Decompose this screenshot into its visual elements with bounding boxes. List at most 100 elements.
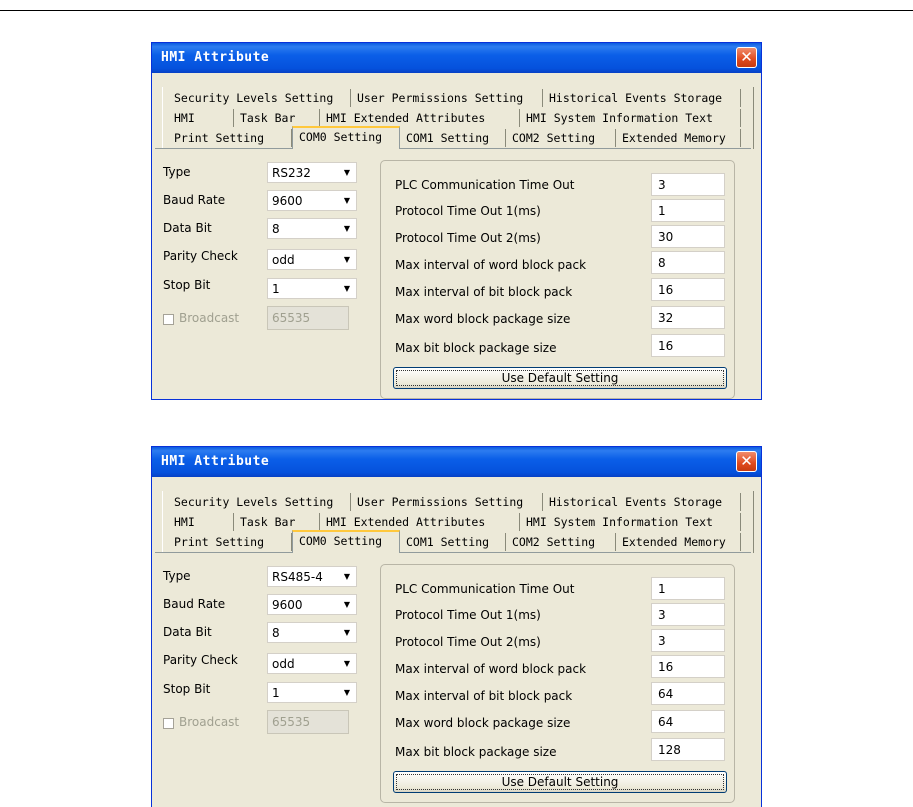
chevron-down-icon[interactable]: ▼ xyxy=(338,219,356,238)
tab-task-bar[interactable]: Task Bar xyxy=(234,109,320,127)
hmi-attribute-dialog-rs232: HMI Attribute ✕ Security Levels Setting … xyxy=(151,42,762,400)
baud-rate-value: 9600 xyxy=(272,194,303,208)
tab-com1-setting[interactable]: COM1 Setting xyxy=(400,533,506,551)
baud-rate-label: Baud Rate xyxy=(163,193,226,207)
chevron-down-icon[interactable]: ▼ xyxy=(338,654,356,673)
max-bit-block-interval-label: Max interval of bit block pack xyxy=(395,689,573,703)
baud-rate-value: 9600 xyxy=(272,598,303,612)
data-bit-value: 8 xyxy=(272,626,280,640)
parity-check-select[interactable]: odd ▼ xyxy=(267,653,357,674)
broadcast-address-input: 65535 xyxy=(267,710,349,734)
dialog-title: HMI Attribute xyxy=(161,50,270,65)
chevron-down-icon[interactable]: ▼ xyxy=(338,191,356,210)
tab-print-setting[interactable]: Print Setting xyxy=(168,533,292,551)
broadcast-checkbox[interactable] xyxy=(163,718,174,729)
parity-check-value: odd xyxy=(272,657,295,671)
tab-historical-events-storage[interactable]: Historical Events Storage xyxy=(543,493,741,511)
title-bar[interactable]: HMI Attribute ✕ xyxy=(152,43,761,73)
tab-hmi-system-information-text[interactable]: HMI System Information Text xyxy=(520,109,741,127)
plc-communication-timeout-input[interactable]: 3 xyxy=(651,173,725,196)
max-word-package-size-input[interactable]: 32 xyxy=(651,306,725,329)
stop-bit-select[interactable]: 1 ▼ xyxy=(267,278,357,299)
tab-hmi-extended-attributes[interactable]: HMI Extended Attributes xyxy=(320,109,520,127)
tab-extended-memory[interactable]: Extended Memory xyxy=(616,533,741,551)
max-word-block-interval-label: Max interval of word block pack xyxy=(395,258,587,272)
use-default-setting-button[interactable]: Use Default Setting xyxy=(393,367,727,389)
broadcast-checkbox[interactable] xyxy=(163,314,174,325)
tab-com2-setting[interactable]: COM2 Setting xyxy=(506,533,616,551)
tab-security-levels-setting[interactable]: Security Levels Setting xyxy=(168,89,351,107)
stop-bit-label: Stop Bit xyxy=(163,682,211,696)
close-icon[interactable]: ✕ xyxy=(736,451,757,472)
use-default-setting-button[interactable]: Use Default Setting xyxy=(393,771,727,793)
max-bit-package-size-input[interactable]: 128 xyxy=(651,738,725,761)
chevron-down-icon[interactable]: ▼ xyxy=(338,567,356,586)
tab-user-permissions-setting[interactable]: User Permissions Setting xyxy=(351,89,543,107)
tab-security-levels-setting[interactable]: Security Levels Setting xyxy=(168,493,351,511)
tab-com1-setting[interactable]: COM1 Setting xyxy=(400,129,506,147)
max-bit-package-size-label: Max bit block package size xyxy=(395,745,557,759)
stop-bit-value: 1 xyxy=(272,686,280,700)
protocol-timeout-1-input[interactable]: 3 xyxy=(651,603,725,626)
com0-settings-panel: Type RS485-4 ▼ Baud Rate 9600 ▼ Data Bit… xyxy=(155,552,751,807)
tab-com0-setting[interactable]: COM0 Setting xyxy=(292,126,400,149)
chevron-down-icon[interactable]: ▼ xyxy=(338,595,356,614)
protocol-timeout-1-label: Protocol Time Out 1(ms) xyxy=(395,204,541,218)
protocol-timeout-1-label: Protocol Time Out 1(ms) xyxy=(395,608,541,622)
max-bit-block-interval-input[interactable]: 64 xyxy=(651,682,725,705)
tab-row-2: HMI Task Bar HMI Extended Attributes HMI… xyxy=(168,109,749,127)
plc-communication-timeout-input[interactable]: 1 xyxy=(651,577,725,600)
chevron-down-icon[interactable]: ▼ xyxy=(338,279,356,298)
tab-hmi[interactable]: HMI xyxy=(168,109,234,127)
parity-check-value: odd xyxy=(272,253,295,267)
max-word-package-size-input[interactable]: 64 xyxy=(651,710,725,733)
tab-com2-setting[interactable]: COM2 Setting xyxy=(506,129,616,147)
data-bit-select[interactable]: 8 ▼ xyxy=(267,622,357,643)
title-bar[interactable]: HMI Attribute ✕ xyxy=(152,447,761,477)
tab-historical-events-storage[interactable]: Historical Events Storage xyxy=(543,89,741,107)
max-bit-block-interval-label: Max interval of bit block pack xyxy=(395,285,573,299)
data-bit-select[interactable]: 8 ▼ xyxy=(267,218,357,239)
baud-rate-label: Baud Rate xyxy=(163,597,226,611)
dialog-title: HMI Attribute xyxy=(161,454,270,469)
tab-print-setting[interactable]: Print Setting xyxy=(168,129,292,147)
stop-bit-select[interactable]: 1 ▼ xyxy=(267,682,357,703)
type-select[interactable]: RS232 ▼ xyxy=(267,162,357,183)
tab-extended-memory[interactable]: Extended Memory xyxy=(616,129,741,147)
tab-user-permissions-setting[interactable]: User Permissions Setting xyxy=(351,493,543,511)
max-bit-block-interval-input[interactable]: 16 xyxy=(651,278,725,301)
parity-check-select[interactable]: odd ▼ xyxy=(267,249,357,270)
chevron-down-icon[interactable]: ▼ xyxy=(338,163,356,182)
protocol-timeout-2-input[interactable]: 3 xyxy=(651,629,725,652)
timing-parameters-group: PLC Communication Time Out 1 Protocol Ti… xyxy=(380,564,735,803)
max-bit-package-size-input[interactable]: 16 xyxy=(651,334,725,357)
data-bit-label: Data Bit xyxy=(163,221,212,235)
tab-task-bar[interactable]: Task Bar xyxy=(234,513,320,531)
tab-row-1: Security Levels Setting User Permissions… xyxy=(168,89,749,107)
com0-settings-panel: Type RS232 ▼ Baud Rate 9600 ▼ Data Bit 8… xyxy=(155,148,751,399)
chevron-down-icon[interactable]: ▼ xyxy=(338,623,356,642)
type-label: Type xyxy=(163,569,191,583)
protocol-timeout-2-input[interactable]: 30 xyxy=(651,225,725,248)
tab-com0-setting[interactable]: COM0 Setting xyxy=(292,530,400,553)
chevron-down-icon[interactable]: ▼ xyxy=(338,683,356,702)
close-icon[interactable]: ✕ xyxy=(736,47,757,68)
protocol-timeout-1-input[interactable]: 1 xyxy=(651,199,725,222)
timing-parameters-group: PLC Communication Time Out 3 Protocol Ti… xyxy=(380,160,735,399)
tab-hmi-extended-attributes[interactable]: HMI Extended Attributes xyxy=(320,513,520,531)
data-bit-label: Data Bit xyxy=(163,625,212,639)
tab-hmi[interactable]: HMI xyxy=(168,513,234,531)
max-word-block-interval-input[interactable]: 8 xyxy=(651,251,725,274)
max-word-block-interval-input[interactable]: 16 xyxy=(651,655,725,678)
baud-rate-select[interactable]: 9600 ▼ xyxy=(267,594,357,615)
type-value: RS232 xyxy=(272,166,311,180)
broadcast-label: Broadcast xyxy=(179,311,240,325)
parity-check-label: Parity Check xyxy=(163,249,238,263)
baud-rate-select[interactable]: 9600 ▼ xyxy=(267,190,357,211)
type-value: RS485-4 xyxy=(272,570,323,584)
tab-hmi-system-information-text[interactable]: HMI System Information Text xyxy=(520,513,741,531)
type-select[interactable]: RS485-4 ▼ xyxy=(267,566,357,587)
tab-row-3: Print Setting COM0 Setting COM1 Setting … xyxy=(168,126,749,149)
chevron-down-icon[interactable]: ▼ xyxy=(338,250,356,269)
stop-bit-value: 1 xyxy=(272,282,280,296)
